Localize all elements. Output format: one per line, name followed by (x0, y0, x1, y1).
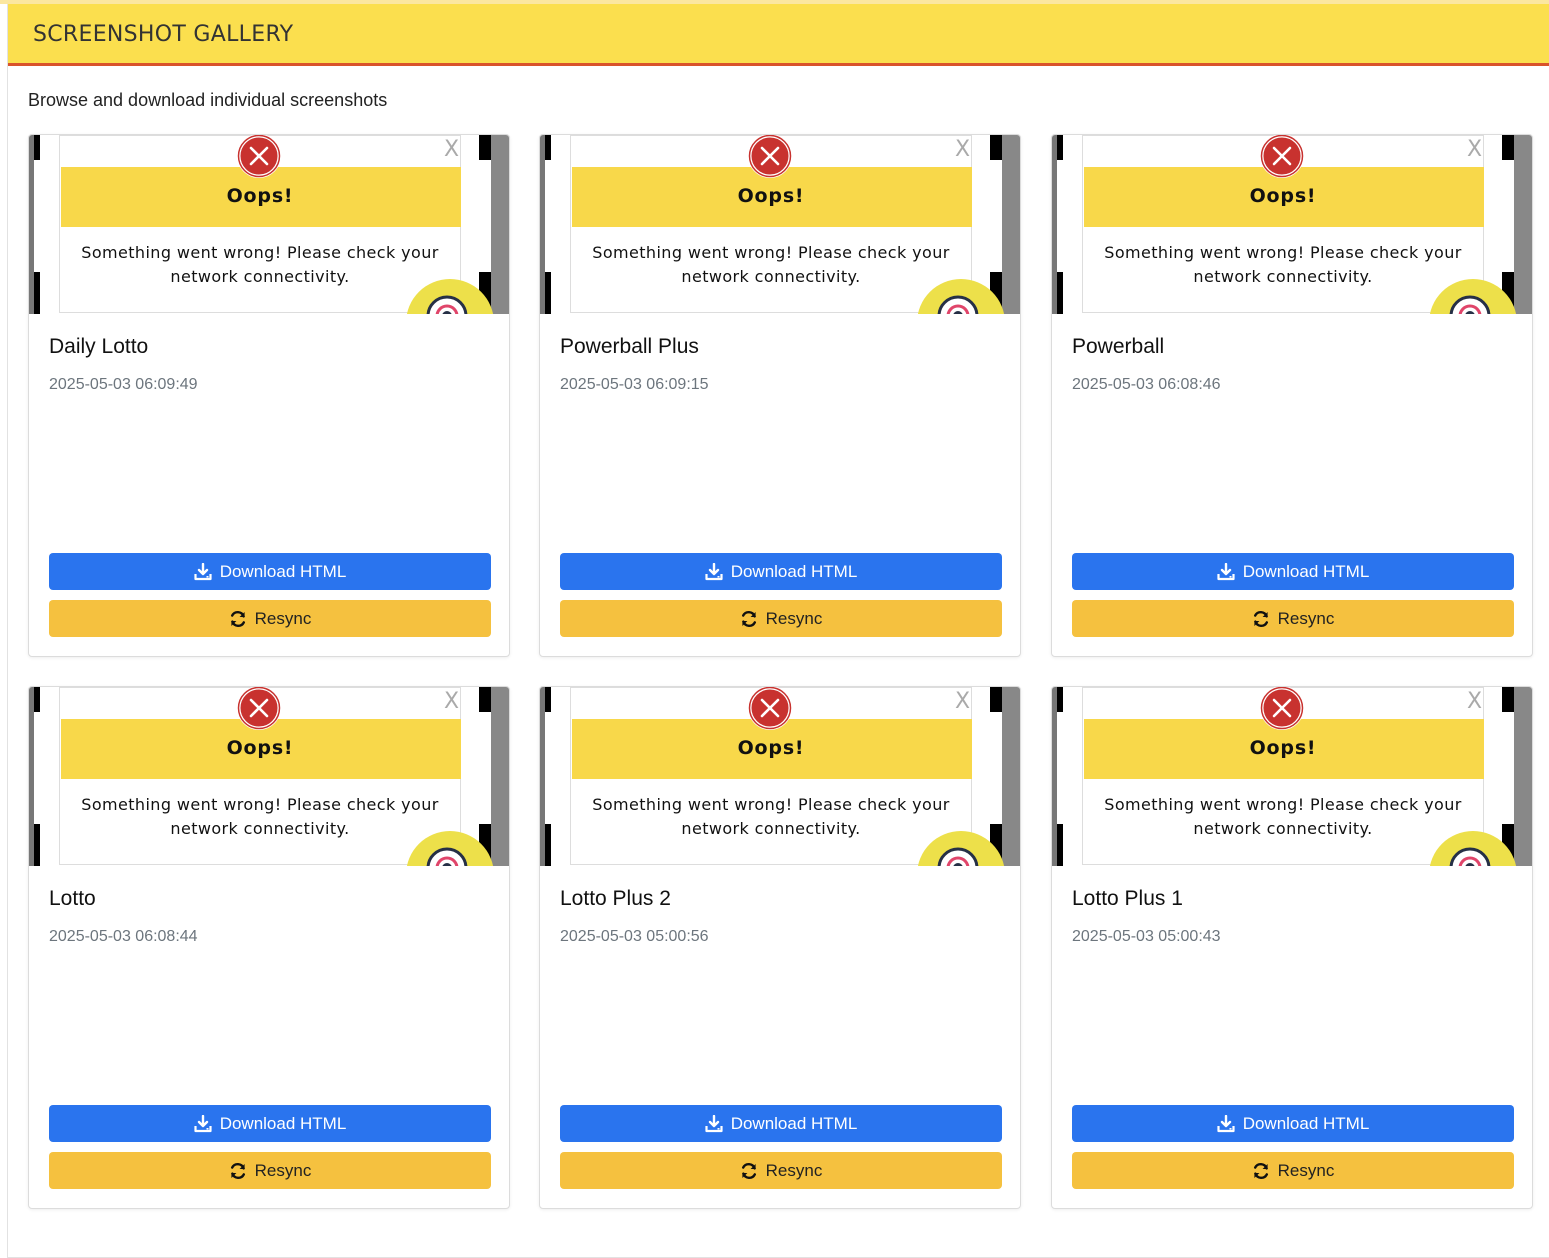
download-button-label: Download HTML (219, 561, 347, 581)
download-button-label: Download HTML (730, 1113, 858, 1133)
card-timestamp: 2025-05-03 06:09:49 (49, 376, 198, 393)
error-heading: Oops! (1249, 185, 1317, 207)
gallery-header: SCREENSHOT GALLERY (8, 4, 1549, 66)
download-html-button[interactable]: Download HTML (560, 553, 1002, 590)
error-circle-icon (237, 687, 281, 730)
download-icon (705, 1114, 723, 1132)
page-title: SCREENSHOT GALLERY (33, 22, 294, 47)
resync-button[interactable]: Resync (49, 600, 491, 637)
card-title: Lotto (49, 887, 96, 910)
error-heading: Oops! (226, 737, 294, 759)
resync-button-label: Resync (1277, 608, 1335, 628)
error-message: Something went wrong! Please check your … (592, 795, 950, 838)
error-circle-icon (1260, 135, 1304, 178)
sync-icon (230, 610, 245, 627)
card-title: Lotto Plus 1 (1072, 887, 1183, 910)
error-circle-icon (748, 687, 792, 730)
card-timestamp: 2025-05-03 06:08:44 (49, 928, 198, 945)
download-icon (194, 562, 212, 580)
chat-bubble-icon (1449, 847, 1491, 866)
resync-button[interactable]: Resync (1072, 1152, 1514, 1189)
card-timestamp: 2025-05-03 06:08:46 (1072, 376, 1221, 393)
screenshot-thumbnail[interactable]: Oops! Something went wrong! Please check… (29, 135, 509, 314)
download-html-button[interactable]: Download HTML (560, 1105, 1002, 1142)
download-button-label: Download HTML (1242, 561, 1370, 581)
download-html-button[interactable]: Download HTML (1072, 553, 1514, 590)
card-title: Daily Lotto (49, 335, 149, 358)
screenshot-card: Oops! Something went wrong! Please check… (1051, 134, 1533, 657)
error-circle-icon (237, 135, 281, 178)
download-icon (1217, 562, 1235, 580)
resync-button[interactable]: Resync (560, 1152, 1002, 1189)
screenshot-thumbnail[interactable]: Oops! Something went wrong! Please check… (1052, 135, 1532, 314)
error-message: Something went wrong! Please check your … (592, 243, 950, 286)
error-message: Something went wrong! Please check your … (1104, 795, 1462, 838)
error-message: Something went wrong! Please check your … (81, 243, 439, 286)
error-circle-icon (748, 135, 792, 178)
card-title: Lotto Plus 2 (560, 887, 671, 910)
sync-icon (230, 1162, 245, 1179)
screenshot-card: Oops! Something went wrong! Please check… (28, 686, 510, 1209)
resync-button[interactable]: Resync (1072, 600, 1514, 637)
card-title: Powerball Plus (560, 335, 699, 358)
error-circle-icon (1260, 687, 1304, 730)
error-message: Something went wrong! Please check your … (1104, 243, 1462, 286)
sync-icon (1253, 610, 1268, 627)
screenshot-thumbnail[interactable]: Oops! Something went wrong! Please check… (1052, 687, 1532, 866)
error-message: Something went wrong! Please check your … (81, 795, 439, 838)
resync-button[interactable]: Resync (49, 1152, 491, 1189)
card-timestamp: 2025-05-03 05:00:56 (560, 928, 709, 945)
screenshot-thumbnail[interactable]: Oops! Something went wrong! Please check… (540, 135, 1020, 314)
card-timestamp: 2025-05-03 05:00:43 (1072, 928, 1221, 945)
resync-button-label: Resync (1277, 1160, 1335, 1180)
page-subtitle: Browse and download individual screensho… (28, 90, 388, 110)
download-icon (194, 1114, 212, 1132)
chat-bubble-icon (937, 847, 979, 866)
sync-icon (741, 1162, 756, 1179)
close-icon: X (955, 689, 971, 714)
screenshot-card: Oops! Something went wrong! Please check… (28, 134, 510, 657)
sync-icon (741, 610, 756, 627)
resync-button-label: Resync (765, 608, 823, 628)
download-icon (1217, 1114, 1235, 1132)
sync-icon (1253, 1162, 1268, 1179)
chat-bubble-icon (1449, 295, 1491, 314)
screenshot-card: Oops! Something went wrong! Please check… (539, 134, 1021, 657)
close-icon: X (444, 689, 460, 714)
screenshot-card: Oops! Something went wrong! Please check… (539, 686, 1021, 1209)
error-heading: Oops! (737, 737, 805, 759)
screenshot-card: Oops! Something went wrong! Please check… (1051, 686, 1533, 1209)
error-heading: Oops! (737, 185, 805, 207)
download-html-button[interactable]: Download HTML (49, 1105, 491, 1142)
card-timestamp: 2025-05-03 06:09:15 (560, 376, 709, 393)
error-heading: Oops! (1249, 737, 1317, 759)
chat-bubble-icon (426, 847, 468, 866)
resync-button-label: Resync (254, 1160, 312, 1180)
download-button-label: Download HTML (730, 561, 858, 581)
close-icon: X (1467, 137, 1483, 162)
screenshot-thumbnail[interactable]: Oops! Something went wrong! Please check… (29, 687, 509, 866)
download-button-label: Download HTML (1242, 1113, 1370, 1133)
screenshot-thumbnail[interactable]: Oops! Something went wrong! Please check… (540, 687, 1020, 866)
resync-button-label: Resync (765, 1160, 823, 1180)
close-icon: X (444, 137, 460, 162)
download-html-button[interactable]: Download HTML (1072, 1105, 1514, 1142)
close-icon: X (1467, 689, 1483, 714)
chat-bubble-icon (426, 295, 468, 314)
card-title: Powerball (1072, 335, 1165, 358)
chat-bubble-icon (937, 295, 979, 314)
resync-button-label: Resync (254, 608, 312, 628)
close-icon: X (955, 137, 971, 162)
error-heading: Oops! (226, 185, 294, 207)
download-html-button[interactable]: Download HTML (49, 553, 491, 590)
gallery-page: SCREENSHOT GALLERY Browse and download i… (7, 4, 1549, 1258)
resync-button[interactable]: Resync (560, 600, 1002, 637)
download-icon (705, 562, 723, 580)
download-button-label: Download HTML (219, 1113, 347, 1133)
